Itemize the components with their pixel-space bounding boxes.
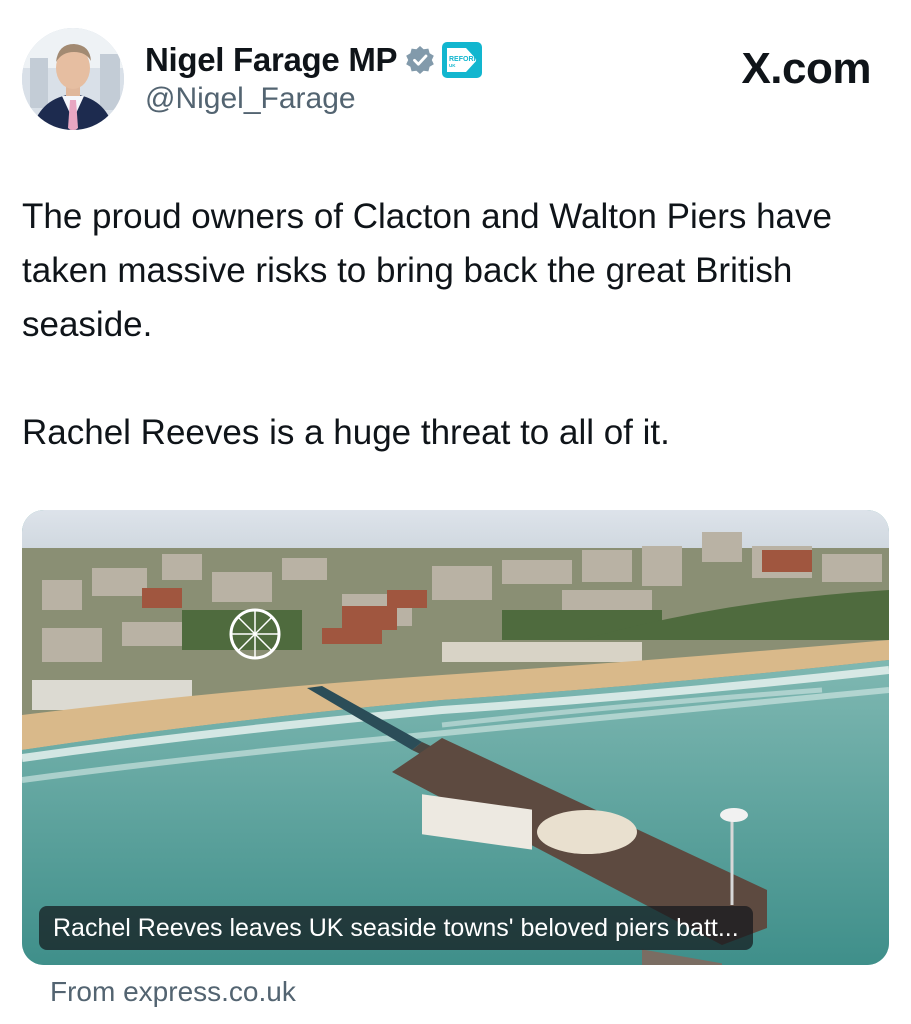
link-card-caption: Rachel Reeves leaves UK seaside towns' b…	[39, 906, 753, 950]
author-handle[interactable]: @Nigel_Farage	[145, 82, 356, 116]
pier-aerial-photo	[22, 510, 889, 965]
link-preview-card[interactable]: Rachel Reeves leaves UK seaside towns' b…	[22, 510, 889, 965]
tweet-paragraph-1: The proud owners of Clacton and Walton P…	[22, 197, 832, 344]
author-display-name[interactable]: Nigel Farage MP	[145, 41, 398, 79]
link-card-source[interactable]: From express.co.uk	[50, 976, 296, 1008]
verified-badge-icon[interactable]	[405, 45, 435, 75]
tweet-paragraph-2: Rachel Reeves is a huge threat to all of…	[22, 413, 670, 452]
svg-text:REFORM: REFORM	[449, 56, 480, 63]
svg-text:UK: UK	[449, 63, 456, 68]
tweet-screenshot: Nigel Farage MP REFORM UK @Nigel_Farage …	[0, 0, 911, 1024]
avatar[interactable]	[22, 28, 124, 130]
affiliation-badge-icon[interactable]: REFORM UK	[441, 41, 483, 79]
tweet-body: The proud owners of Clacton and Walton P…	[22, 190, 892, 460]
site-brand-label: X.com	[741, 44, 871, 93]
author-name-row: Nigel Farage MP REFORM UK	[145, 40, 483, 80]
